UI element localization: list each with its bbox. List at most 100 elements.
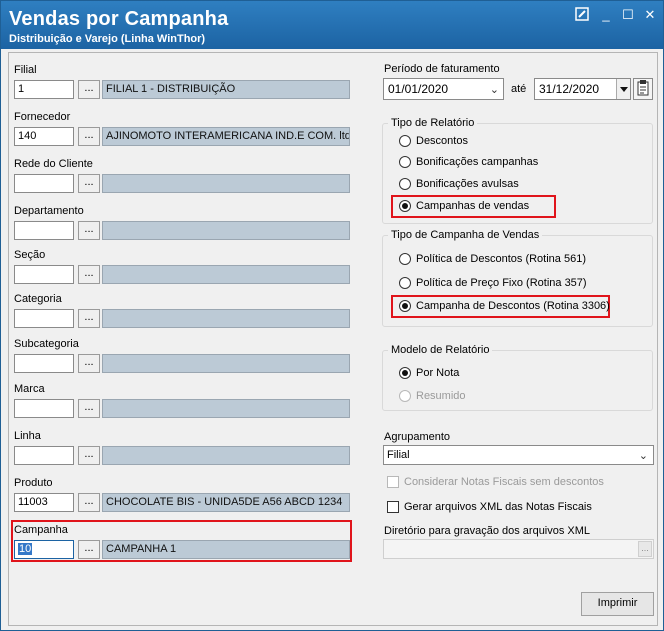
- campanha-search-button[interactable]: ...: [78, 540, 100, 559]
- radio-dot: [399, 390, 411, 402]
- periodo-end-value: 31/12/2020: [539, 82, 600, 96]
- filial-label: Filial: [14, 64, 37, 76]
- radio-label: Campanha de Descontos (Rotina 3306): [416, 300, 610, 312]
- radio-dot-selected: [399, 200, 411, 212]
- rede-label: Rede do Cliente: [14, 158, 93, 170]
- subcategoria-code-input[interactable]: [14, 354, 74, 373]
- tipo-relatorio-title: Tipo de Relatório: [388, 117, 478, 129]
- periodo-start-value: 01/01/2020: [388, 82, 449, 96]
- fornecedor-label: Fornecedor: [14, 111, 71, 123]
- radio-por-nota[interactable]: Por Nota: [399, 367, 459, 379]
- chevron-down-icon[interactable]: ⌄: [490, 83, 499, 96]
- secao-desc-field: [102, 265, 350, 284]
- campanha-code-input[interactable]: 10: [14, 540, 74, 559]
- radio-bonificacoes-avulsas[interactable]: Bonificações avulsas: [399, 178, 519, 190]
- linha-search-button[interactable]: ...: [78, 446, 100, 465]
- window-subtitle: Distribuição e Varejo (Linha WinThor): [9, 33, 206, 45]
- radio-label: Política de Preço Fixo (Rotina 357): [416, 277, 587, 289]
- close-button[interactable]: ✕: [641, 7, 659, 23]
- radio-label: Bonificações campanhas: [416, 156, 539, 168]
- radio-dot-selected: [399, 300, 411, 312]
- categoria-label: Categoria: [14, 293, 62, 305]
- radio-dot: [399, 277, 411, 289]
- subcategoria-search-button[interactable]: ...: [78, 354, 100, 373]
- modelo-title: Modelo de Relatório: [388, 344, 493, 356]
- chevron-down-icon[interactable]: ⌄: [639, 449, 648, 462]
- departamento-label: Departamento: [14, 205, 84, 217]
- secao-search-button[interactable]: ...: [78, 265, 100, 284]
- radio-resumido[interactable]: Resumido: [399, 390, 466, 402]
- checkbox-box: [387, 476, 399, 488]
- imprimir-button[interactable]: Imprimir: [581, 592, 654, 616]
- fornecedor-desc-field: AJINOMOTO INTERAMERICANA IND.E COM. ltda: [102, 127, 350, 146]
- radio-politica-preco-fixo[interactable]: Política de Preço Fixo (Rotina 357): [399, 277, 587, 289]
- categoria-desc-field: [102, 309, 350, 328]
- radio-dot: [399, 135, 411, 147]
- radio-bonificacoes-campanhas[interactable]: Bonificações campanhas: [399, 156, 538, 168]
- filial-search-button[interactable]: ...: [78, 80, 100, 99]
- produto-search-button[interactable]: ...: [78, 493, 100, 512]
- linha-desc-field: [102, 446, 350, 465]
- produto-code-input[interactable]: 11003: [14, 493, 74, 512]
- periodo-end-dropdown[interactable]: [616, 79, 630, 99]
- departamento-desc-field: [102, 221, 350, 240]
- calendar-icon[interactable]: [633, 78, 653, 100]
- rede-search-button[interactable]: ...: [78, 174, 100, 193]
- secao-label: Seção: [14, 249, 46, 261]
- radio-label: Campanhas de vendas: [416, 200, 530, 212]
- gerar-xml-checkbox[interactable]: Gerar arquivos XML das Notas Fiscais: [387, 501, 592, 513]
- radio-dot: [399, 156, 411, 168]
- campanha-desc-field: CAMPANHA 1: [102, 540, 350, 559]
- diretorio-browse-button[interactable]: ...: [638, 541, 652, 557]
- checkbox-label: Gerar arquivos XML das Notas Fiscais: [404, 501, 592, 513]
- campanha-code-value: 10: [18, 543, 33, 555]
- fornecedor-search-button[interactable]: ...: [78, 127, 100, 146]
- agrupamento-label: Agrupamento: [384, 431, 451, 443]
- rede-code-input[interactable]: [14, 174, 74, 193]
- considerar-checkbox[interactable]: Considerar Notas Fiscais sem descontos: [387, 476, 604, 488]
- radio-descontos[interactable]: Descontos: [399, 135, 468, 147]
- periodo-ate-label: até: [511, 83, 527, 95]
- diretorio-label: Diretório para gravação dos arquivos XML: [384, 525, 591, 537]
- departamento-code-input[interactable]: [14, 221, 74, 240]
- agrupamento-select[interactable]: Filial ⌄: [383, 445, 654, 465]
- categoria-code-input[interactable]: [14, 309, 74, 328]
- radio-dot: [399, 178, 411, 190]
- title-bar: Vendas por Campanha Distribuição e Varej…: [1, 1, 663, 49]
- agrupamento-value: Filial: [387, 449, 410, 461]
- marca-desc-field: [102, 399, 350, 418]
- radio-politica-descontos[interactable]: Política de Descontos (Rotina 561): [399, 253, 586, 265]
- secao-code-input[interactable]: [14, 265, 74, 284]
- radio-label: Por Nota: [416, 367, 460, 379]
- departamento-search-button[interactable]: ...: [78, 221, 100, 240]
- maximize-button[interactable]: ☐: [619, 7, 637, 23]
- radio-label: Bonificações avulsas: [416, 178, 519, 190]
- linha-code-input[interactable]: [14, 446, 74, 465]
- diretorio-input[interactable]: [383, 539, 654, 559]
- radio-campanhas-vendas[interactable]: Campanhas de vendas: [399, 200, 529, 212]
- edit-icon[interactable]: [573, 7, 591, 23]
- tipo-campanha-title: Tipo de Campanha de Vendas: [388, 229, 543, 241]
- periodo-label: Período de faturamento: [384, 63, 500, 75]
- minimize-button[interactable]: _: [597, 7, 615, 23]
- radio-dot-selected: [399, 367, 411, 379]
- subcategoria-desc-field: [102, 354, 350, 373]
- filial-desc-field: FILIAL 1 - DISTRIBUIÇÃO: [102, 80, 350, 99]
- campanha-label: Campanha: [14, 524, 68, 536]
- periodo-start-input[interactable]: 01/01/2020 ⌄: [383, 78, 504, 100]
- filial-code-input[interactable]: 1: [14, 80, 74, 99]
- window-title: Vendas por Campanha: [9, 8, 229, 30]
- radio-campanha-descontos[interactable]: Campanha de Descontos (Rotina 3306): [399, 300, 610, 312]
- marca-search-button[interactable]: ...: [78, 399, 100, 418]
- linha-label: Linha: [14, 430, 41, 442]
- produto-desc-field: CHOCOLATE BIS - UNIDA5DE A56 ABCD 1234: [102, 493, 350, 512]
- radio-label: Descontos: [416, 135, 468, 147]
- radio-label: Política de Descontos (Rotina 561): [416, 253, 586, 265]
- subcategoria-label: Subcategoria: [14, 338, 79, 350]
- window: Vendas por Campanha Distribuição e Varej…: [0, 0, 664, 631]
- fornecedor-code-input[interactable]: 140: [14, 127, 74, 146]
- categoria-search-button[interactable]: ...: [78, 309, 100, 328]
- radio-label: Resumido: [416, 390, 466, 402]
- checkbox-box: [387, 501, 399, 513]
- marca-code-input[interactable]: [14, 399, 74, 418]
